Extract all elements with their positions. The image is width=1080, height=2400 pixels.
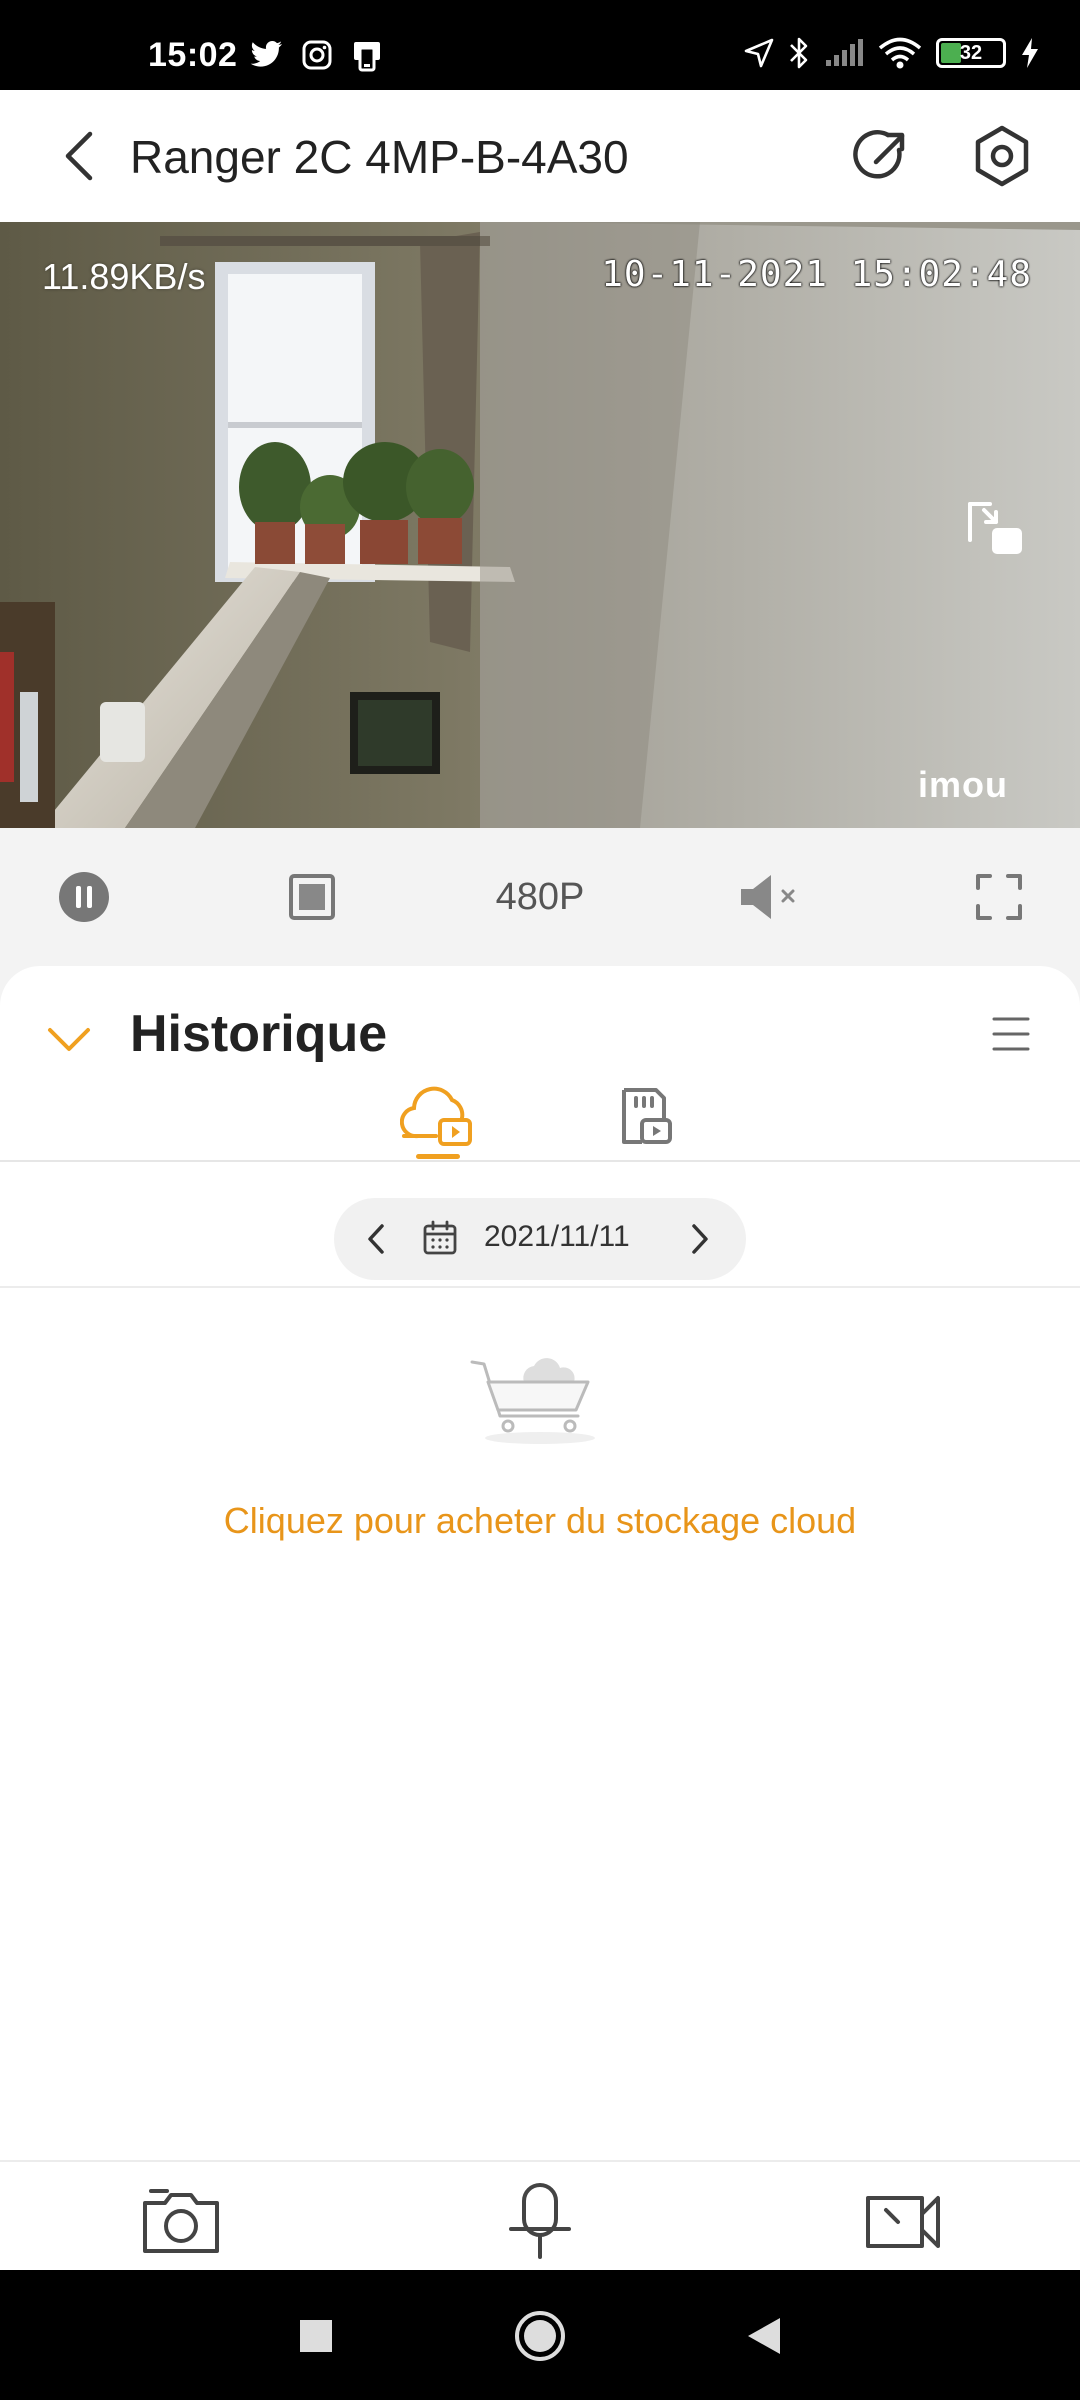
- record-video-button[interactable]: [860, 2182, 946, 2262]
- system-icons: 32: [744, 36, 1040, 70]
- battery-level: 32: [959, 42, 983, 64]
- phone-notification-icon: [354, 42, 380, 72]
- square-icon: [300, 2320, 332, 2352]
- back-nav-button[interactable]: [734, 2308, 794, 2364]
- notification-icons: [250, 40, 384, 72]
- tab-cloud-recordings[interactable]: [400, 1084, 478, 1150]
- quality-toggle[interactable]: 480P: [470, 872, 610, 922]
- settings-button[interactable]: [970, 124, 1034, 188]
- talk-button[interactable]: [502, 2182, 578, 2262]
- mute-icon: [741, 875, 795, 919]
- snapshot-button[interactable]: [138, 2182, 224, 2262]
- selected-date[interactable]: 2021/11/11: [484, 1220, 630, 1254]
- microphone-icon: [509, 2183, 571, 2259]
- menu-button[interactable]: [992, 1014, 1030, 1054]
- video-record-icon: [866, 2196, 940, 2248]
- history-panel: Historique 2021/11/11 Cliquez pour achet…: [0, 966, 1080, 2160]
- tab-sd-card-recordings[interactable]: [612, 1086, 672, 1146]
- signal-icon: [826, 39, 863, 66]
- pause-button[interactable]: [56, 872, 112, 922]
- home-circle-icon: [515, 2311, 565, 2361]
- collapse-chevron-button[interactable]: [46, 1024, 92, 1054]
- active-tab-indicator: [416, 1154, 460, 1159]
- page-title: Ranger 2C 4MP-B-4A30: [130, 131, 629, 183]
- previous-day-button[interactable]: [366, 1222, 388, 1256]
- stop-icon: [289, 874, 335, 920]
- mute-button[interactable]: [736, 872, 806, 922]
- brand-watermark: imou: [918, 764, 1008, 805]
- cloud-cart-icon[interactable]: [470, 1346, 610, 1446]
- bottom-toolbar: [0, 2160, 1080, 2272]
- next-day-button[interactable]: [688, 1222, 710, 1256]
- fullscreen-button[interactable]: [972, 872, 1026, 922]
- playback-controls: 480P: [0, 828, 1080, 966]
- camera-snapshot-icon: [143, 2189, 219, 2253]
- status-time: 15:02: [148, 36, 238, 74]
- history-title: Historique: [130, 1005, 388, 1063]
- wifi-icon: [878, 37, 922, 69]
- video-timestamp: 10-11-2021 15:02:48: [601, 254, 1032, 295]
- live-video-view[interactable]: 11.89KB/s 10-11-2021 15:02:48 imou: [0, 222, 1080, 828]
- pause-icon: [59, 872, 109, 922]
- location-arrow-icon: [744, 38, 774, 68]
- stop-button[interactable]: [284, 872, 340, 922]
- picture-in-picture-button[interactable]: [962, 500, 1026, 560]
- status-bar: 15:02 32: [0, 0, 1080, 90]
- twitter-icon: [250, 41, 282, 67]
- triangle-back-icon: [748, 2318, 780, 2354]
- home-button[interactable]: [510, 2308, 570, 2364]
- share-button[interactable]: [852, 126, 912, 186]
- charging-bolt-icon: [1022, 38, 1038, 68]
- system-navigation-bar: [0, 2270, 1080, 2400]
- buy-cloud-storage-link[interactable]: Cliquez pour acheter du stockage cloud: [0, 1500, 1080, 1542]
- back-button[interactable]: [58, 128, 108, 184]
- camera-feed-image: [0, 222, 1080, 828]
- recents-button[interactable]: [286, 2308, 346, 2364]
- bitrate-readout: 11.89KB/s: [42, 256, 206, 297]
- date-selector: 2021/11/11: [334, 1198, 746, 1280]
- instagram-icon: [302, 40, 332, 70]
- battery-icon: 32: [936, 38, 1006, 68]
- calendar-icon[interactable]: [422, 1220, 458, 1256]
- fullscreen-icon: [976, 874, 1022, 920]
- bluetooth-icon: [790, 37, 808, 69]
- app-header: Ranger 2C 4MP-B-4A30: [0, 90, 1080, 222]
